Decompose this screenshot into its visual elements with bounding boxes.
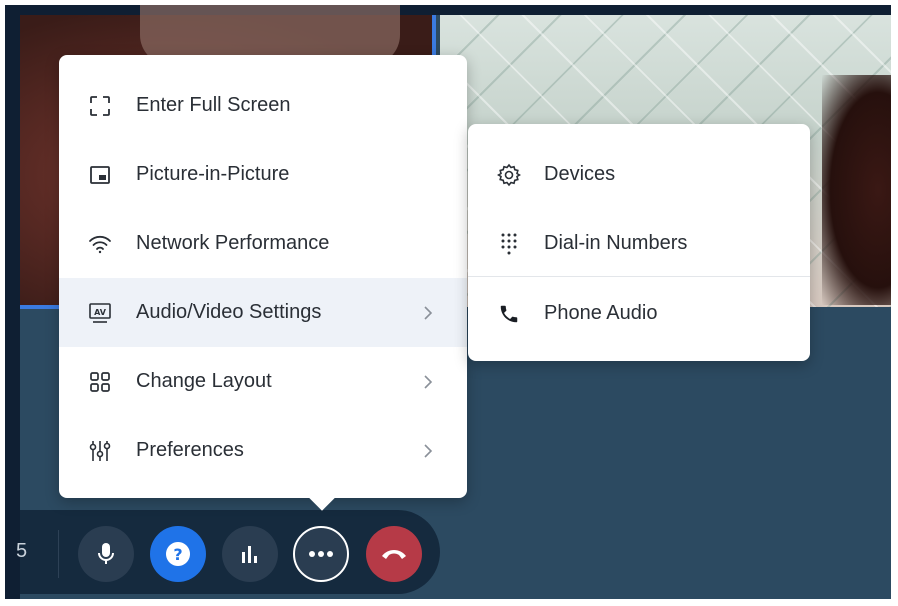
- stats-button[interactable]: [222, 526, 278, 582]
- submenu-divider: [468, 276, 810, 277]
- picture-in-picture-icon: [87, 162, 113, 188]
- toolbar-edge-text: 5: [16, 540, 28, 562]
- av-settings-icon: AV: [87, 300, 113, 326]
- submenu-item-phone-audio[interactable]: Phone Audio: [468, 279, 810, 348]
- submenu-item-dial-in-numbers[interactable]: Dial-in Numbers: [468, 209, 810, 278]
- toolbar-divider: [58, 530, 59, 578]
- more-icon: [309, 551, 333, 557]
- menu-item-label: Change Layout: [136, 370, 272, 392]
- help-icon: ?: [166, 542, 191, 566]
- svg-text:?: ?: [173, 545, 182, 564]
- hang-up-icon: [382, 550, 406, 559]
- menu-item-preferences[interactable]: Preferences: [59, 416, 467, 485]
- chevron-right-icon: [424, 443, 433, 458]
- svg-text:AV: AV: [94, 308, 107, 317]
- submenu-item-label: Devices: [544, 163, 616, 185]
- audio-video-submenu: Devices Dial-in Numbers Phone Audio: [468, 124, 810, 361]
- menu-item-enter-full-screen[interactable]: Enter Full Screen: [59, 71, 467, 140]
- menu-item-label: Picture-in-Picture: [136, 163, 290, 185]
- menu-item-change-layout[interactable]: Change Layout: [59, 347, 467, 416]
- menu-item-audio-video-settings[interactable]: AV Audio/Video Settings: [59, 278, 467, 347]
- submenu-item-label: Phone Audio: [544, 302, 658, 324]
- wifi-icon: [87, 231, 113, 257]
- submenu-item-devices[interactable]: Devices: [468, 140, 810, 209]
- menu-item-picture-in-picture[interactable]: Picture-in-Picture: [59, 140, 467, 209]
- chevron-right-icon: [424, 374, 433, 389]
- call-toolbar: 5 ?: [16, 510, 440, 594]
- bar-chart-icon: [242, 546, 257, 563]
- microphone-button[interactable]: [78, 526, 134, 582]
- gear-icon: [496, 162, 522, 188]
- menu-item-network-performance[interactable]: Network Performance: [59, 209, 467, 278]
- help-button[interactable]: ?: [150, 526, 206, 582]
- menu-item-label: Preferences: [136, 439, 244, 461]
- submenu-item-label: Dial-in Numbers: [544, 232, 688, 254]
- sliders-icon: [87, 438, 113, 464]
- microphone-icon: [98, 543, 114, 564]
- fullscreen-icon: [87, 93, 113, 119]
- more-button[interactable]: [293, 526, 349, 582]
- more-options-menu: Enter Full Screen Picture-in-Picture Net…: [59, 55, 467, 498]
- dialpad-icon: [496, 231, 522, 257]
- end-call-button[interactable]: [366, 526, 422, 582]
- phone-icon: [496, 301, 522, 327]
- menu-item-label: Network Performance: [136, 232, 330, 254]
- menu-item-label: Audio/Video Settings: [136, 301, 322, 323]
- layout-grid-icon: [87, 369, 113, 395]
- chevron-right-icon: [424, 305, 433, 320]
- menu-item-label: Enter Full Screen: [136, 94, 291, 116]
